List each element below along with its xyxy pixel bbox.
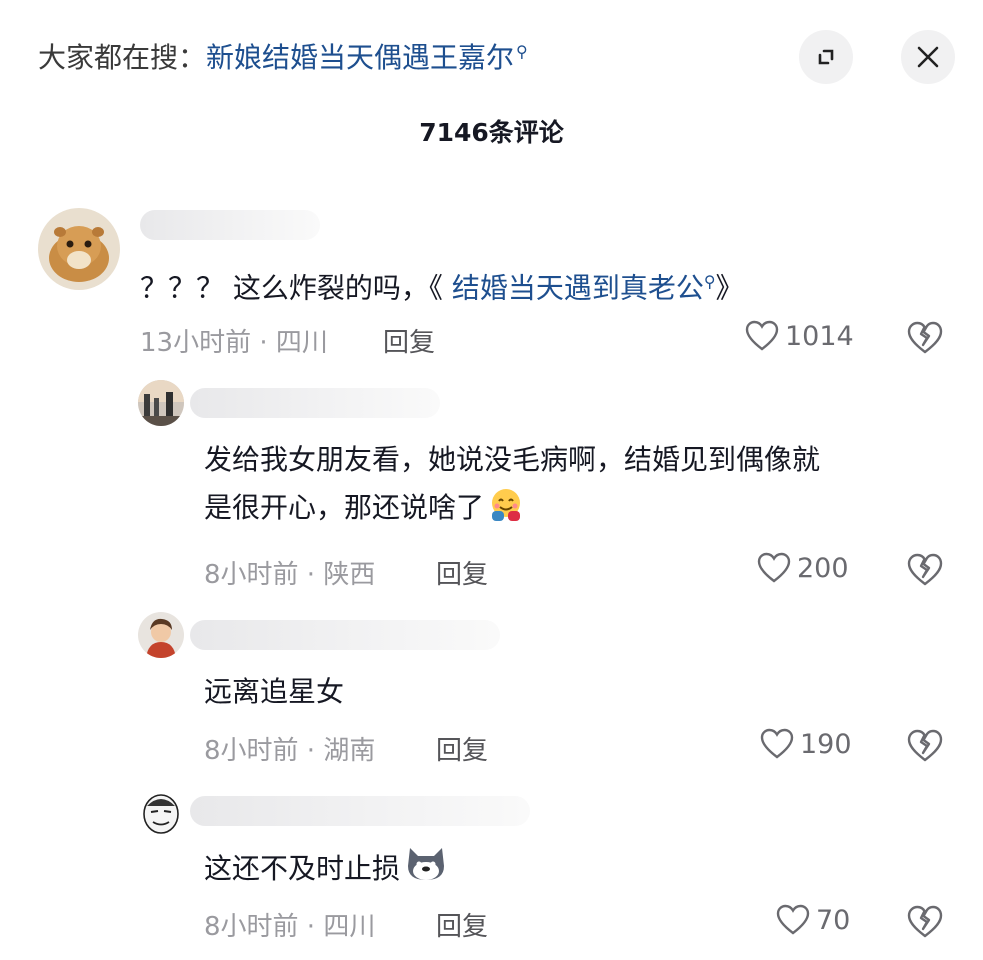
- search-icon: ⚲: [516, 41, 528, 61]
- expand-button[interactable]: [799, 30, 853, 84]
- trending-search-bar[interactable]: 大家都在搜：新娘结婚当天偶遇王嘉尔 ⚲: [38, 36, 528, 76]
- avatar[interactable]: [138, 612, 184, 658]
- search-keyword-link[interactable]: 结婚当天遇到真老公: [452, 271, 704, 304]
- trend-keyword-link[interactable]: 新娘结婚当天偶遇王嘉尔: [206, 41, 514, 74]
- reply-button[interactable]: 回复: [383, 322, 435, 359]
- heart-icon: [760, 728, 794, 759]
- broken-heart-icon: [907, 729, 943, 762]
- like-button[interactable]: 190: [760, 728, 852, 760]
- heart-icon: [757, 552, 791, 583]
- like-button[interactable]: 200: [757, 552, 849, 584]
- comment-meta: 8小时前 · 湖南: [204, 736, 376, 766]
- like-button[interactable]: 70: [776, 904, 850, 936]
- dislike-button[interactable]: [907, 905, 943, 943]
- avatar[interactable]: [138, 790, 184, 836]
- reply-button[interactable]: 回复: [436, 906, 488, 943]
- close-button[interactable]: [901, 30, 955, 84]
- trend-prefix: 大家都在搜：: [38, 41, 207, 74]
- username-blurred[interactable]: [190, 620, 500, 650]
- like-count: 70: [816, 905, 851, 936]
- reply-button[interactable]: 回复: [436, 554, 488, 591]
- search-icon: ⚲: [703, 272, 716, 291]
- heart-icon: [745, 320, 779, 351]
- username-blurred[interactable]: [190, 388, 440, 418]
- comment-meta: 13小时前 · 四川: [140, 328, 328, 358]
- like-button[interactable]: 1014: [745, 320, 854, 352]
- close-icon: [917, 46, 939, 68]
- broken-heart-icon: [907, 905, 943, 938]
- expand-icon: [818, 49, 834, 65]
- username-blurred[interactable]: [140, 210, 320, 240]
- like-count: 1014: [785, 321, 854, 352]
- comment-text: 发给我女朋友看，她说没毛病啊，结婚见到偶像就 是很开心，那还说啥了: [204, 436, 820, 538]
- heart-icon: [776, 904, 810, 935]
- username-blurred[interactable]: [190, 796, 530, 826]
- reply-button[interactable]: 回复: [436, 730, 488, 767]
- dislike-button[interactable]: [907, 553, 943, 591]
- comment-text: ？？？ 这么炸裂的吗，《 结婚当天遇到真老公⚲》: [140, 271, 744, 305]
- comment-text: 这还不及时止损: [204, 844, 448, 899]
- broken-heart-icon: [907, 553, 943, 586]
- doge-emoji: [404, 844, 448, 899]
- avatar[interactable]: [138, 380, 184, 426]
- comment-meta: 8小时前 · 四川: [204, 912, 376, 942]
- comment-text: 远离追星女: [204, 675, 345, 708]
- comment-count: 7146条评论: [419, 118, 564, 147]
- like-count: 190: [800, 729, 852, 760]
- hug-emoji: [488, 487, 524, 538]
- dislike-button[interactable]: [907, 321, 943, 359]
- dislike-button[interactable]: [907, 729, 943, 767]
- comment-sheet: 大家都在搜：新娘结婚当天偶遇王嘉尔 ⚲ 7146条评论 ？？？ 这么炸裂的吗，《 …: [0, 0, 983, 960]
- broken-heart-icon: [907, 321, 943, 354]
- avatar[interactable]: [38, 208, 120, 290]
- like-count: 200: [797, 553, 849, 584]
- comment-meta: 8小时前 · 陕西: [204, 560, 376, 590]
